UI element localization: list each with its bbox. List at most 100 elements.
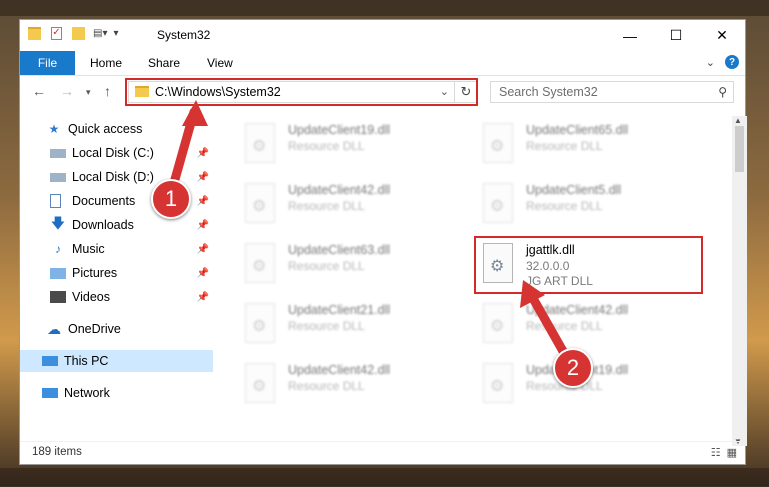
drive-icon: [50, 172, 66, 182]
pin-icon: 📌: [196, 171, 209, 183]
step-badge-1: 1: [151, 179, 191, 219]
file-name: UpdateClient65.dll: [526, 123, 629, 137]
sidebar-item-onedrive[interactable]: ☁ OneDrive: [46, 318, 239, 340]
list-item[interactable]: ⚙ UpdateClient42.dll Resource DLL: [478, 299, 698, 349]
sidebar-item-this-pc[interactable]: This PC: [20, 350, 213, 372]
search-placeholder: Search System32: [499, 85, 598, 99]
star-icon: ★: [48, 122, 60, 136]
dll-file-icon: ⚙: [483, 183, 513, 223]
onedrive-icon: ☁: [47, 320, 61, 337]
large-icons-view-icon[interactable]: ▦: [727, 446, 737, 459]
details-view-icon[interactable]: ☷: [711, 446, 721, 459]
pin-icon: 📌: [196, 243, 209, 255]
network-icon: [42, 388, 58, 398]
maximize-button[interactable]: ☐: [653, 20, 699, 51]
sidebar-item-local-disk-d[interactable]: Local Disk (D:) 📌: [50, 166, 213, 188]
dll-file-icon: ⚙: [245, 243, 275, 283]
ribbon: File Home Share View ⌄ ?: [20, 51, 745, 76]
status-bar: 189 items ☷ ▦: [20, 441, 745, 464]
sidebar-item-videos[interactable]: Videos 📌: [50, 286, 213, 308]
sidebar-item-quick-access[interactable]: ★ Quick access: [46, 118, 239, 140]
pc-icon: [42, 356, 58, 366]
list-item[interactable]: ⚙ UpdateClient5.dll Resource DLL: [478, 179, 698, 229]
file-highlight: [474, 236, 703, 294]
tab-share[interactable]: Share: [148, 51, 180, 75]
search-input[interactable]: Search System32 ⚲: [490, 81, 734, 103]
forward-arrow-icon[interactable]: →: [60, 83, 74, 99]
documents-icon: [50, 194, 61, 208]
list-item[interactable]: ⚙ UpdateClient42.dll Resource DLL: [240, 359, 460, 409]
sidebar-item-label: OneDrive: [68, 322, 121, 336]
close-icon: ✕: [716, 27, 728, 43]
quick-access-toolbar: ✓ ▤▾ ▾: [28, 27, 119, 40]
folder-icon[interactable]: [28, 27, 41, 40]
item-count: 189 items: [32, 446, 82, 458]
sidebar-item-label: Local Disk (D:): [72, 170, 154, 184]
list-item[interactable]: ⚙ UpdateClient19.dll Resource DLL: [240, 119, 460, 169]
pin-icon: 📌: [196, 219, 209, 231]
sidebar-item-label: Videos: [72, 290, 110, 304]
title-bar: ✓ ▤▾ ▾ System32 — ☐ ✕: [20, 20, 745, 51]
properties-icon[interactable]: ✓: [51, 27, 62, 40]
recent-locations-icon[interactable]: ▾: [86, 87, 91, 98]
pin-icon: 📌: [196, 291, 209, 303]
window-title: System32: [157, 28, 211, 42]
list-item[interactable]: ⚙ UpdateClient63.dll Resource DLL: [240, 239, 460, 289]
pin-icon: 📌: [196, 147, 209, 159]
tab-home[interactable]: Home: [90, 51, 122, 75]
minimize-button[interactable]: —: [607, 20, 653, 51]
file-type: Resource DLL: [526, 199, 603, 213]
dll-file-icon: ⚙: [483, 123, 513, 163]
search-icon[interactable]: ⚲: [718, 85, 727, 99]
list-item[interactable]: ⚙ UpdateClient21.dll Resource DLL: [240, 299, 460, 349]
downloads-icon: 🡇: [50, 215, 66, 231]
step-badge-2: 2: [553, 348, 593, 388]
help-icon[interactable]: ?: [725, 55, 739, 69]
file-type: Resource DLL: [288, 319, 365, 333]
minimize-icon: —: [623, 27, 637, 44]
sidebar-item-local-disk-c[interactable]: Local Disk (C:) 📌: [50, 142, 213, 164]
vertical-scrollbar[interactable]: ▲ ▼: [732, 116, 747, 446]
sidebar-item-label: Pictures: [72, 266, 118, 280]
scrollbar-thumb[interactable]: [735, 126, 744, 172]
up-arrow-icon[interactable]: ↑: [104, 83, 111, 99]
maximize-icon: ☐: [669, 27, 683, 43]
music-icon: ♪: [55, 242, 61, 256]
new-folder-icon[interactable]: [72, 27, 85, 40]
list-item[interactable]: ⚙ UpdateClient42.dll Resource DLL: [240, 179, 460, 229]
dll-file-icon: ⚙: [245, 183, 275, 223]
tab-file[interactable]: File: [20, 51, 75, 75]
dll-file-icon: ⚙: [483, 303, 513, 343]
pin-icon: 📌: [196, 267, 209, 279]
file-type: Resource DLL: [526, 319, 603, 333]
sidebar-item-label: This PC: [64, 354, 109, 368]
sidebar-item-downloads[interactable]: 🡇 Downloads 📌: [50, 214, 213, 236]
dll-file-icon: ⚙: [245, 303, 275, 343]
sidebar-item-label: Music: [72, 242, 105, 256]
file-type: Resource DLL: [288, 199, 365, 213]
drive-icon: [50, 148, 66, 158]
sidebar-item-label: Network: [64, 386, 110, 400]
sidebar-item-network[interactable]: Network: [42, 382, 235, 404]
sidebar-item-pictures[interactable]: Pictures 📌: [50, 262, 213, 284]
file-type: Resource DLL: [526, 139, 603, 153]
file-type: Resource DLL: [288, 259, 365, 273]
file-type: Resource DLL: [288, 139, 365, 153]
file-name: UpdateClient21.dll: [288, 303, 391, 317]
dll-file-icon: ⚙: [483, 363, 513, 403]
scroll-up-icon[interactable]: ▲: [734, 116, 742, 125]
dll-file-icon: ⚙: [245, 123, 275, 163]
back-arrow-icon[interactable]: ←: [32, 83, 46, 99]
file-name: UpdateClient42.dll: [526, 303, 629, 317]
list-item[interactable]: ⚙ UpdateClient65.dll Resource DLL: [478, 119, 698, 169]
pin-icon: 📌: [196, 195, 209, 207]
qa-dropdown-icon[interactable]: ▾: [113, 28, 118, 39]
navigation-pane: ★ Quick access Local Disk (C:) 📌 Local D…: [20, 116, 215, 446]
file-type: Resource DLL: [288, 379, 365, 393]
close-button[interactable]: ✕: [699, 20, 745, 51]
customize-icon[interactable]: ▤▾: [93, 28, 107, 39]
sidebar-item-label: Quick access: [68, 122, 143, 136]
expand-ribbon-icon[interactable]: ⌄: [706, 56, 715, 69]
tab-view[interactable]: View: [207, 51, 233, 75]
sidebar-item-music[interactable]: ♪ Music 📌: [50, 238, 213, 260]
